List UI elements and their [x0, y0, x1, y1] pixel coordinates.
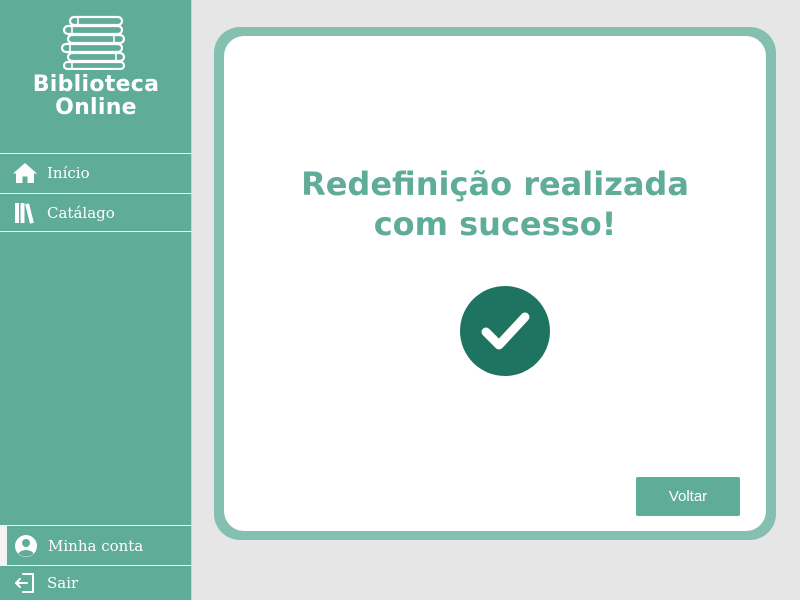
sidebar: Biblioteca Online Início Catálago Minha … — [0, 0, 192, 600]
logo: Biblioteca Online — [0, 14, 192, 119]
back-button[interactable]: Voltar — [636, 477, 740, 516]
sidebar-item-minha-conta[interactable]: Minha conta — [0, 525, 192, 566]
brand-name: Biblioteca Online — [0, 73, 192, 119]
sidebar-item-label: Sair — [47, 574, 79, 592]
logout-icon — [12, 571, 38, 595]
success-card: Redefinição realizada com sucesso! Volta… — [224, 36, 766, 531]
home-icon — [12, 161, 38, 185]
sidebar-item-label: Minha conta — [48, 536, 144, 555]
sidebar-item-label: Catálago — [47, 203, 115, 222]
sidebar-item-catalogo[interactable]: Catálago — [0, 193, 192, 232]
success-message: Redefinição realizada com sucesso! — [224, 164, 766, 244]
success-panel: Redefinição realizada com sucesso! Volta… — [214, 27, 776, 540]
brand-line-2: Online — [55, 95, 137, 120]
sidebar-item-sair[interactable]: Sair — [0, 566, 192, 600]
sidebar-item-inicio[interactable]: Início — [0, 153, 192, 192]
success-message-line-2: com sucesso! — [373, 205, 617, 243]
books-icon — [12, 201, 38, 225]
brand-line-1: Biblioteca — [32, 72, 160, 97]
check-circle-icon — [460, 286, 550, 376]
user-circle-icon — [13, 534, 39, 558]
sidebar-item-label: Início — [47, 164, 90, 182]
books-stack-icon — [60, 15, 126, 70]
success-message-line-1: Redefinição realizada — [301, 165, 689, 203]
